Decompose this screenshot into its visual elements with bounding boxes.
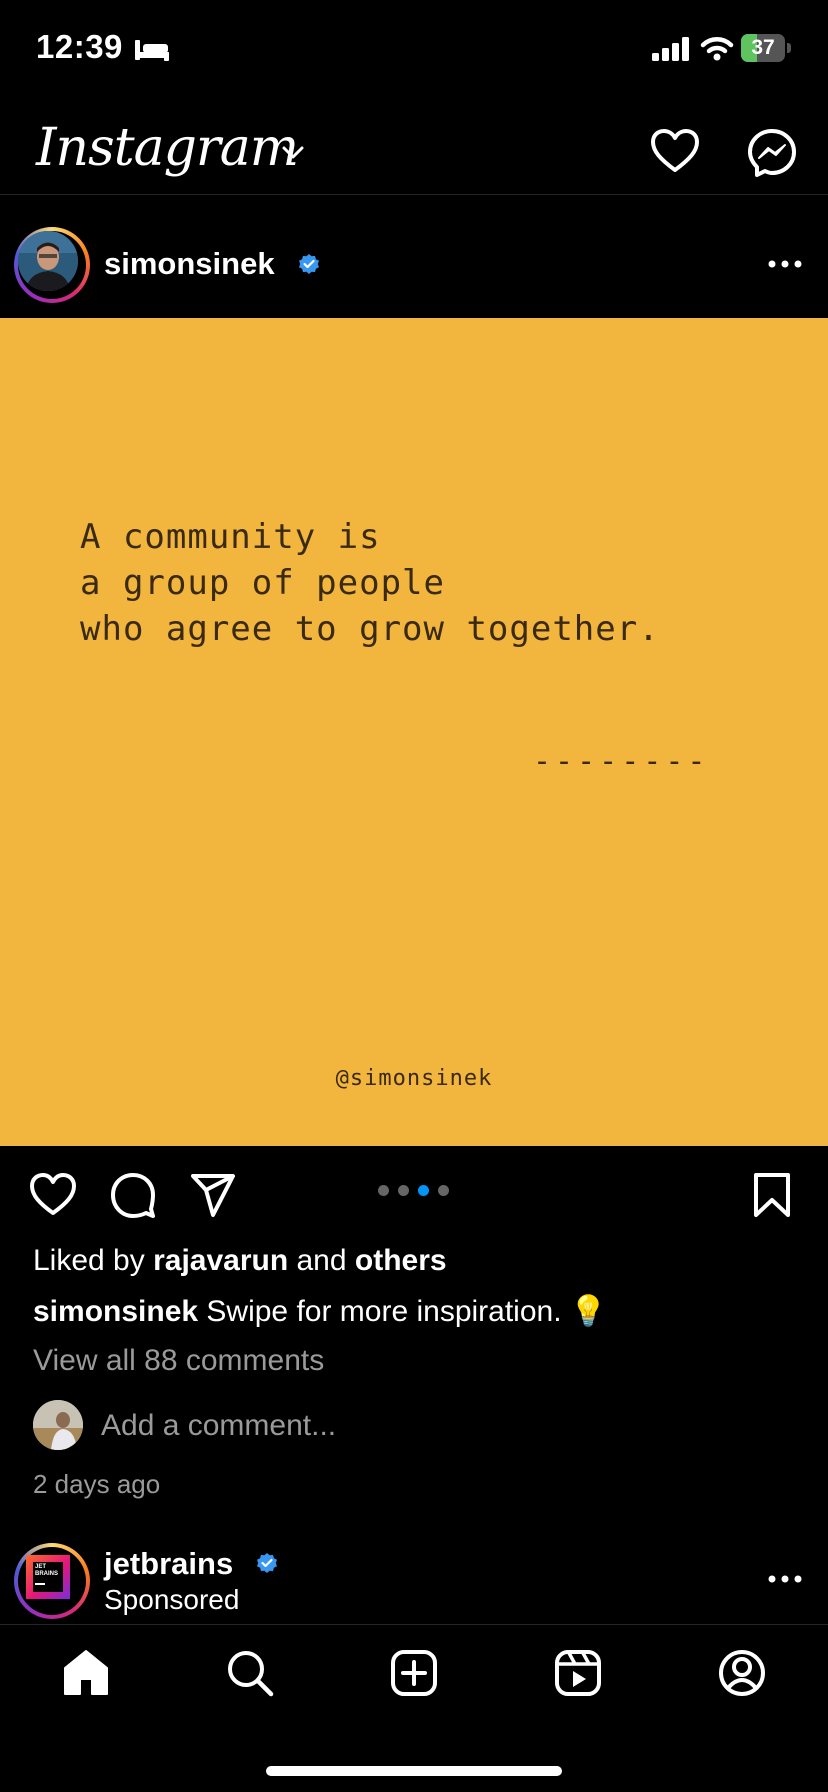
share-send-icon[interactable] xyxy=(189,1171,237,1219)
likes-middle: and xyxy=(288,1244,355,1277)
header-divider xyxy=(0,194,828,195)
post-timestamp: 2 days ago xyxy=(33,1469,161,1499)
verified-badge-icon xyxy=(257,1553,277,1573)
sponsored-post-avatar[interactable]: JET BRAINS xyxy=(14,1543,90,1619)
quote-dashes: -------- xyxy=(533,744,710,779)
home-icon[interactable] xyxy=(61,1648,111,1698)
battery-indicator: 37 xyxy=(741,34,791,62)
add-comment-input[interactable]: Add a comment... xyxy=(101,1409,336,1443)
signal-icon xyxy=(652,37,689,61)
notifications-heart-icon[interactable] xyxy=(650,128,700,174)
chevron-down-icon[interactable] xyxy=(282,146,304,160)
sponsored-post-username[interactable]: jetbrains xyxy=(104,1546,233,1582)
likes-prefix: Liked by xyxy=(33,1244,154,1277)
messenger-icon[interactable] xyxy=(747,128,797,178)
jetbrains-logo-text: JET BRAINS xyxy=(35,1564,59,1577)
caption: simonsinek Swipe for more inspiration. 💡 xyxy=(33,1294,607,1329)
comment-icon[interactable] xyxy=(109,1171,157,1219)
status-time: 12:39 xyxy=(36,28,123,65)
create-icon[interactable] xyxy=(389,1648,439,1698)
tabbar-divider xyxy=(0,1624,828,1625)
likes-others-link[interactable]: others xyxy=(355,1244,447,1277)
carousel-dot xyxy=(378,1185,389,1196)
save-bookmark-icon[interactable] xyxy=(748,1171,796,1219)
profile-icon[interactable] xyxy=(717,1648,767,1698)
likes-summary: Liked by rajavarun and others xyxy=(33,1244,447,1278)
carousel-dot xyxy=(438,1185,449,1196)
reels-icon[interactable] xyxy=(553,1648,603,1698)
post-avatar[interactable] xyxy=(14,227,90,303)
carousel-dot xyxy=(398,1185,409,1196)
post-image[interactable]: A community is a group of people who agr… xyxy=(0,318,828,1146)
caption-text: Swipe for more inspiration. 💡 xyxy=(198,1295,608,1328)
image-watermark-handle: @simonsinek xyxy=(335,1066,493,1091)
instagram-logo[interactable]: Instagram xyxy=(36,118,299,178)
battery-percent: 37 xyxy=(751,36,775,59)
avatar xyxy=(33,1400,83,1450)
search-icon[interactable] xyxy=(225,1648,275,1698)
carousel-indicator xyxy=(378,1183,452,1197)
sponsored-options-icon[interactable] xyxy=(768,1574,802,1584)
carousel-dot-active xyxy=(418,1185,429,1196)
sponsored-label: Sponsored xyxy=(104,1584,240,1615)
quote-text: A community is a group of people who agr… xyxy=(80,517,660,649)
home-indicator[interactable] xyxy=(266,1766,562,1776)
caption-username[interactable]: simonsinek xyxy=(33,1295,198,1328)
post-options-icon[interactable] xyxy=(768,259,802,269)
sleep-focus-icon xyxy=(135,40,169,61)
liked-by-user-link[interactable]: rajavarun xyxy=(153,1244,288,1277)
wifi-icon xyxy=(700,37,734,61)
verified-badge-icon xyxy=(299,254,319,274)
avatar xyxy=(18,231,78,291)
jetbrains-logo: JET BRAINS xyxy=(26,1555,70,1599)
post-username[interactable]: simonsinek xyxy=(104,246,275,282)
view-comments-link[interactable]: View all 88 comments xyxy=(33,1344,324,1378)
like-heart-icon[interactable] xyxy=(29,1171,77,1219)
